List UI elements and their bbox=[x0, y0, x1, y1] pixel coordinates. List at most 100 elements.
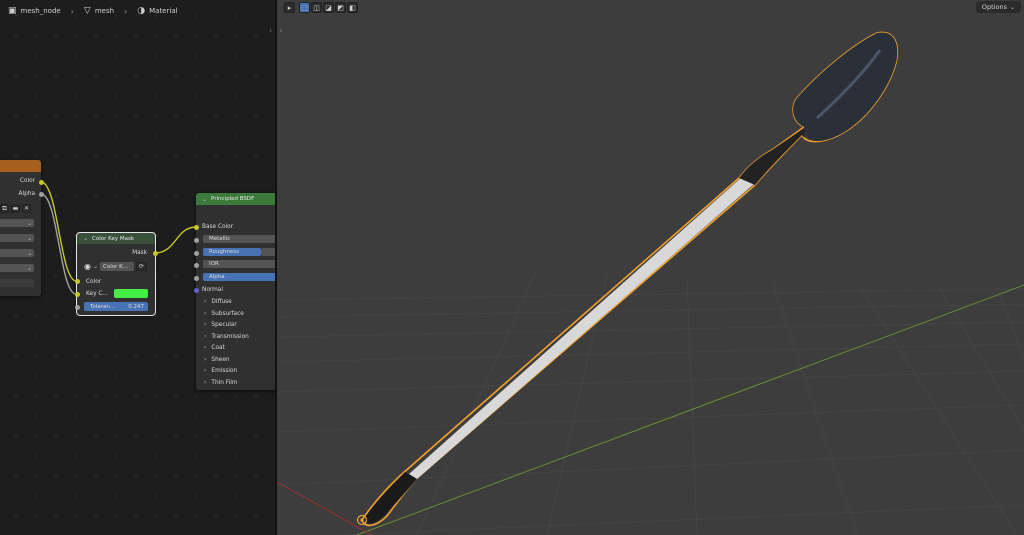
chevron-right-icon: › bbox=[204, 310, 207, 317]
node-editor[interactable]: ▣ mesh_node › ▽ mesh › ◑ Material ‹ Colo… bbox=[0, 0, 275, 535]
panel-label: Coat bbox=[211, 344, 225, 351]
chevron-right-icon: › bbox=[204, 379, 207, 386]
tolerance-slider[interactable]: Toleran... 0.247 bbox=[84, 302, 148, 311]
panel-transmission[interactable]: › Transmission bbox=[204, 332, 249, 341]
input-color-label: Color bbox=[86, 278, 102, 285]
shovel-handle bbox=[409, 176, 754, 479]
output-color: Color bbox=[19, 177, 35, 184]
chevron-down-icon: ⌄ bbox=[26, 219, 32, 227]
copy-icon[interactable]: ⧉ bbox=[0, 204, 9, 213]
socket-roughness-in[interactable] bbox=[193, 250, 199, 256]
image-controls: ⧉ ▬ ✕ bbox=[0, 204, 31, 213]
chevron-right-icon: › bbox=[204, 298, 207, 305]
panel-thin-film[interactable]: › Thin Film bbox=[204, 378, 238, 387]
panel-label: Subsurface bbox=[211, 310, 244, 317]
node-header bbox=[0, 160, 41, 172]
socket-base-color-in[interactable] bbox=[193, 224, 199, 230]
link-alpha bbox=[40, 193, 77, 295]
select-box-icon[interactable]: ⬚ bbox=[299, 2, 310, 13]
panel-emission[interactable]: › Emission bbox=[204, 366, 237, 375]
panel-label: Diffuse bbox=[211, 298, 232, 305]
roughness-remaining bbox=[261, 248, 275, 256]
projection-dropdown[interactable]: ⌄ bbox=[0, 234, 34, 242]
chevron-down-icon[interactable]: ⌄ bbox=[202, 196, 207, 203]
mode-dropdown[interactable]: Color K... bbox=[100, 262, 135, 271]
principled-bsdf-node[interactable]: ⌄ Principled BSDF Base Color Metallic Ro… bbox=[196, 193, 275, 390]
tolerance-label: Toleran... bbox=[90, 303, 116, 310]
alpha-slider[interactable]: Alpha bbox=[203, 273, 275, 281]
color-key-mask-node[interactable]: ⌄ Color Key Mask Mask ◉ ⌄ Color K... ⟳ C… bbox=[76, 232, 156, 316]
chevron-down-icon: ⌄ bbox=[26, 234, 32, 242]
select-invert-icon[interactable]: ◩ bbox=[335, 2, 346, 13]
socket-mask-out[interactable] bbox=[152, 250, 158, 256]
options-button[interactable]: Options ⌄ bbox=[975, 1, 1021, 13]
panel-label: Emission bbox=[211, 367, 238, 374]
link-mask bbox=[154, 226, 197, 254]
chevron-right-icon: › bbox=[204, 367, 207, 374]
chevron-right-icon: › bbox=[204, 333, 207, 340]
socket-alpha-out[interactable] bbox=[38, 191, 44, 197]
socket-key-color-in[interactable] bbox=[74, 291, 80, 297]
3d-viewport[interactable]: ▸ ⬚ ◫ ◪ ◩ ◧ Options ⌄ › bbox=[277, 0, 1024, 535]
input-key-color-label: Key C... bbox=[86, 290, 108, 297]
y-axis-line bbox=[356, 284, 1024, 535]
select-intersect-icon[interactable]: ◧ bbox=[347, 2, 358, 13]
chevron-right-icon: › bbox=[204, 356, 207, 363]
extension-dropdown[interactable]: ⌄ bbox=[0, 249, 34, 257]
image-texture-node[interactable]: Color Alpha ⧉ ▬ ✕ ⌄ ⌄ ⌄ ⌄ bbox=[0, 160, 41, 296]
refresh-icon[interactable]: ⟳ bbox=[136, 262, 148, 271]
panel-specular[interactable]: › Specular bbox=[204, 320, 237, 329]
output-alpha: Alpha bbox=[18, 190, 35, 197]
panel-label: Transmission bbox=[211, 333, 249, 340]
roughness-slider[interactable]: Roughness bbox=[203, 248, 261, 256]
socket-metallic-in[interactable] bbox=[193, 237, 199, 243]
shovel-object bbox=[356, 31, 899, 527]
node-title: Color Key Mask bbox=[92, 235, 135, 242]
input-base-color: Base Color bbox=[202, 223, 234, 230]
panel-sheen[interactable]: › Sheen bbox=[204, 355, 230, 364]
select-subtract-icon[interactable]: ◪ bbox=[323, 2, 334, 13]
chevron-down-icon: ⌄ bbox=[26, 264, 32, 272]
chevron-down-icon[interactable]: ⌄ bbox=[93, 263, 98, 270]
socket-ior-in[interactable] bbox=[193, 262, 199, 268]
options-label: Options bbox=[981, 3, 1007, 11]
interpolation-dropdown[interactable]: ⌄ bbox=[0, 219, 34, 227]
chevron-right-icon: › bbox=[204, 344, 207, 351]
node-title: Principled BSDF bbox=[211, 196, 255, 202]
panel-label: Sheen bbox=[211, 356, 230, 363]
chevron-right-icon[interactable]: › bbox=[279, 26, 282, 35]
shovel-neck bbox=[739, 128, 805, 185]
chevron-down-icon[interactable]: ⌄ bbox=[83, 235, 88, 242]
node-header[interactable]: ⌄ Principled BSDF bbox=[196, 193, 275, 205]
chevron-right-icon: › bbox=[204, 321, 207, 328]
color-mode-icon[interactable]: ◉ bbox=[84, 262, 91, 271]
socket-color-out[interactable] bbox=[38, 179, 44, 185]
select-extend-icon[interactable]: ◫ bbox=[311, 2, 322, 13]
ior-field[interactable]: IOR bbox=[203, 260, 275, 268]
panel-diffuse[interactable]: › Diffuse bbox=[204, 297, 232, 306]
select-tool-icon[interactable]: ▸ bbox=[284, 2, 295, 13]
socket-color-in[interactable] bbox=[74, 279, 80, 284]
socket-alpha-in[interactable] bbox=[193, 275, 199, 281]
socket-tolerance-in[interactable] bbox=[74, 304, 80, 310]
output-mask: Mask bbox=[132, 249, 147, 256]
source-dropdown[interactable]: ⌄ bbox=[0, 264, 34, 272]
key-color-swatch[interactable] bbox=[114, 289, 148, 298]
panel-subsurface[interactable]: › Subsurface bbox=[204, 309, 244, 318]
close-icon[interactable]: ✕ bbox=[22, 204, 31, 213]
x-axis-line bbox=[277, 481, 373, 535]
shovel-blade bbox=[793, 32, 898, 142]
metallic-slider[interactable]: Metallic bbox=[203, 235, 275, 243]
viewport-scene bbox=[277, 31, 1024, 535]
colorspace-field[interactable] bbox=[0, 279, 34, 287]
panel-coat[interactable]: › Coat bbox=[204, 343, 225, 352]
node-header[interactable]: ⌄ Color Key Mask bbox=[77, 233, 155, 244]
input-normal: Normal bbox=[202, 286, 223, 293]
tolerance-value: 0.247 bbox=[128, 303, 144, 310]
chevron-down-icon: ⌄ bbox=[26, 249, 32, 257]
folder-icon[interactable]: ▬ bbox=[11, 204, 20, 213]
socket-normal-in[interactable] bbox=[193, 287, 199, 293]
mode-row: ◉ ⌄ Color K... ⟳ bbox=[84, 262, 148, 271]
chevron-down-icon: ⌄ bbox=[1009, 3, 1015, 11]
panel-label: Thin Film bbox=[211, 379, 238, 386]
